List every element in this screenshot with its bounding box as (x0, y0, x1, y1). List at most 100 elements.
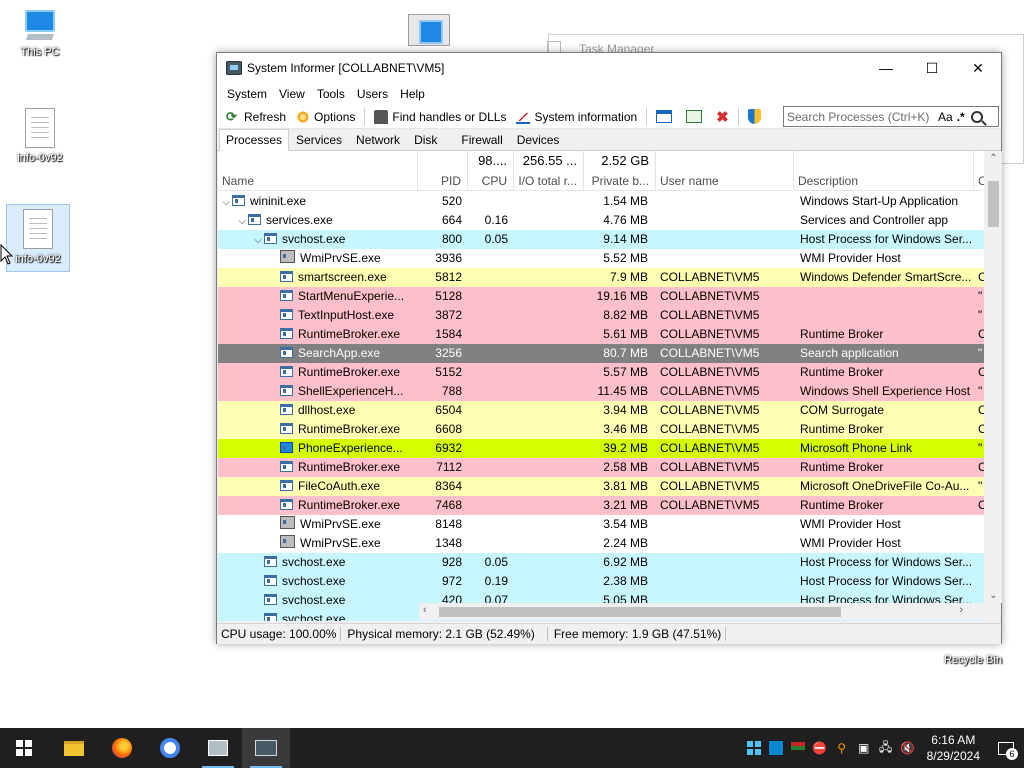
process-row[interactable]: RuntimeBroker.exe 7112 2.58 MB COLLABNET\VM… (218, 458, 984, 477)
column-cpu[interactable]: 98.... CPU (468, 151, 514, 191)
process-row[interactable]: WmiPrvSE.exe 8148 3.54 MB WMI Provider Host (218, 515, 984, 534)
taskbar-file-explorer[interactable] (50, 728, 98, 768)
terminate-button[interactable]: ✖ (711, 108, 734, 126)
elevate-button[interactable] (743, 109, 770, 124)
process-row[interactable]: StartMenuExperie... 5128 19.16 MB COLLABNET… (218, 287, 984, 306)
process-row[interactable]: FileCoAuth.exe 8364 3.81 MB COLLABNET\VM5 Mi… (218, 477, 984, 496)
process-row[interactable]: svchost.exe 928 0.05 6.92 MB Host Process fo… (218, 553, 984, 572)
search-input[interactable] (784, 109, 934, 124)
find-handles-button[interactable]: Find handles or DLLs (369, 109, 511, 124)
process-row[interactable]: RuntimeBroker.exe 6608 3.46 MB COLLABNET\VM… (218, 420, 984, 439)
desktop-window-icon[interactable] (408, 14, 450, 46)
process-row[interactable]: dllhost.exe 6504 3.94 MB COLLABNET\VM5 COM S… (218, 401, 984, 420)
process-row[interactable]: ⌵ wininit.exe 520 1.54 MB Windows Start-Up A… (218, 192, 984, 211)
column-private-bytes[interactable]: 2.52 GB Private b... (584, 151, 656, 191)
menu-users[interactable]: Users (351, 87, 394, 101)
process-row[interactable]: ShellExperienceH... 788 11.45 MB COLLABNET\… (218, 382, 984, 401)
tab-network[interactable]: Network (349, 129, 407, 150)
desktop-icon-this-pc[interactable]: This PC (8, 10, 72, 58)
system-information-button[interactable]: System information (511, 110, 642, 124)
menu-system[interactable]: System (221, 87, 273, 101)
process-row[interactable]: WmiPrvSE.exe 1348 2.24 MB WMI Provider Host (218, 534, 984, 553)
column-extra[interactable]: C (974, 151, 984, 191)
minimize-button[interactable]: — (863, 53, 909, 83)
menu-help[interactable]: Help (394, 87, 431, 101)
process-row[interactable]: ⌵ svchost.exe 800 0.05 9.14 MB Host Process f… (218, 230, 984, 249)
process-tree[interactable]: Name PID 98.... CPU 256.55 ... I/O total… (218, 151, 984, 621)
show-window-button[interactable] (651, 110, 681, 123)
process-name-cell: WmiPrvSE.exe (268, 249, 416, 268)
tray-monitor-icon[interactable]: ▣ (853, 728, 875, 768)
regex-toggle[interactable]: .* (957, 110, 965, 124)
recycle-bin-label[interactable]: Recycle Bin (944, 654, 1002, 666)
process-row[interactable]: smartscreen.exe 5812 7.9 MB COLLABNET\VM5 Wi… (218, 268, 984, 287)
process-row[interactable]: ⌵ services.exe 664 0.16 4.76 MB Services and … (218, 211, 984, 230)
column-user-name[interactable]: User name (656, 151, 794, 191)
scroll-up-icon[interactable]: ⌃ (985, 153, 1002, 164)
tray-search-key-icon[interactable]: ⚲ (831, 728, 853, 768)
desktop-icon-file-2[interactable]: info-0v92 (6, 204, 70, 272)
vertical-scrollbar[interactable]: ⌃ ⌄ (985, 151, 1002, 603)
taskbar-firefox[interactable] (98, 728, 146, 768)
vertical-scroll-thumb[interactable] (988, 181, 999, 227)
taskbar-task-manager[interactable] (194, 728, 242, 768)
title-bar[interactable]: System Informer [COLLABNET\VM5] — ☐ ✕ (217, 53, 1001, 83)
menu-tools[interactable]: Tools (311, 87, 351, 101)
scroll-left-icon[interactable]: ‹ (423, 604, 427, 616)
case-sensitive-toggle[interactable]: Aa (938, 110, 953, 124)
tray-windows-icon[interactable] (743, 728, 765, 768)
chevron-down-icon[interactable]: ⌵ (252, 231, 264, 249)
process-icon (264, 556, 277, 567)
options-button[interactable]: Options (291, 109, 360, 124)
system-informer-window[interactable]: System Informer [COLLABNET\VM5] — ☐ ✕ Sy… (216, 52, 1002, 644)
scroll-down-icon[interactable]: ⌄ (985, 590, 1002, 601)
process-row[interactable]: WmiPrvSE.exe 3936 5.52 MB WMI Provider Host (218, 249, 984, 268)
start-button[interactable] (0, 728, 48, 768)
close-button[interactable]: ✕ (955, 53, 1001, 83)
extra-cell (978, 192, 984, 211)
taskbar-chrome[interactable] (146, 728, 194, 768)
maximize-button[interactable]: ☐ (909, 53, 955, 83)
tab-devices[interactable]: Devices (510, 129, 567, 150)
process-row[interactable]: RuntimeBroker.exe 7468 3.21 MB COLLABNET\VM… (218, 496, 984, 515)
horizontal-scrollbar[interactable]: ‹ › (419, 603, 985, 620)
taskbar-system-informer[interactable] (242, 728, 290, 768)
tray-app-icon[interactable] (765, 728, 787, 768)
private-bytes-cell: 3.46 MB (603, 422, 648, 436)
process-row[interactable]: SearchApp.exe 3256 80.7 MB COLLABNET\VM5 Sea… (218, 344, 984, 363)
column-name[interactable]: Name (218, 151, 418, 191)
tab-processes[interactable]: Processes (219, 129, 290, 151)
menu-view[interactable]: View (273, 87, 311, 101)
desktop-icon-label: This PC (20, 46, 60, 58)
cpu-cell (468, 344, 508, 363)
process-name-cell: ⌵ services.exe (236, 211, 416, 230)
scroll-right-icon[interactable]: › (959, 604, 963, 616)
extra-cell: " (978, 289, 983, 303)
tray-flag-icon[interactable] (787, 728, 809, 768)
horizontal-scroll-thumb[interactable] (439, 607, 841, 617)
refresh-button[interactable]: ⟳ Refresh (221, 109, 291, 124)
process-row[interactable]: RuntimeBroker.exe 5152 5.57 MB COLLABNET\VM… (218, 363, 984, 382)
process-row[interactable]: TextInputHost.exe 3872 8.82 MB COLLABNET\VM… (218, 306, 984, 325)
tray-network-off-icon[interactable]: ⛔ (809, 728, 831, 768)
tab-firewall[interactable]: Firewall (454, 129, 509, 150)
process-row[interactable]: RuntimeBroker.exe 1584 5.61 MB COLLABNET\VM… (218, 325, 984, 344)
desktop-icon-file-1[interactable]: info-0v92 (8, 108, 72, 164)
process-row[interactable]: svchost.exe 972 0.19 2.38 MB Host Process fo… (218, 572, 984, 591)
tray-volume-muted-icon[interactable]: 🔇 (897, 728, 919, 768)
chevron-down-icon[interactable]: ⌵ (220, 193, 232, 211)
process-row[interactable]: PhoneExperience... 6932 39.2 MB COLLABNET\V… (218, 439, 984, 458)
search-icon[interactable] (970, 110, 983, 123)
tab-disk[interactable]: Disk (407, 129, 444, 150)
tray-network-icon[interactable]: 🖧 (875, 728, 897, 768)
go-to-window-button[interactable] (681, 110, 711, 123)
user-name-cell (660, 515, 792, 534)
column-pid[interactable]: PID (418, 151, 468, 191)
notification-center-button[interactable]: 6 (994, 736, 1018, 760)
tab-services[interactable]: Services (289, 129, 349, 150)
chevron-down-icon[interactable]: ⌵ (236, 212, 248, 230)
column-io-total[interactable]: 256.55 ... I/O total r... (514, 151, 584, 191)
process-name: ShellExperienceH... (298, 384, 404, 398)
column-description[interactable]: Description (794, 151, 974, 191)
clock[interactable]: 6:16 AM 8/29/2024 (927, 732, 980, 764)
